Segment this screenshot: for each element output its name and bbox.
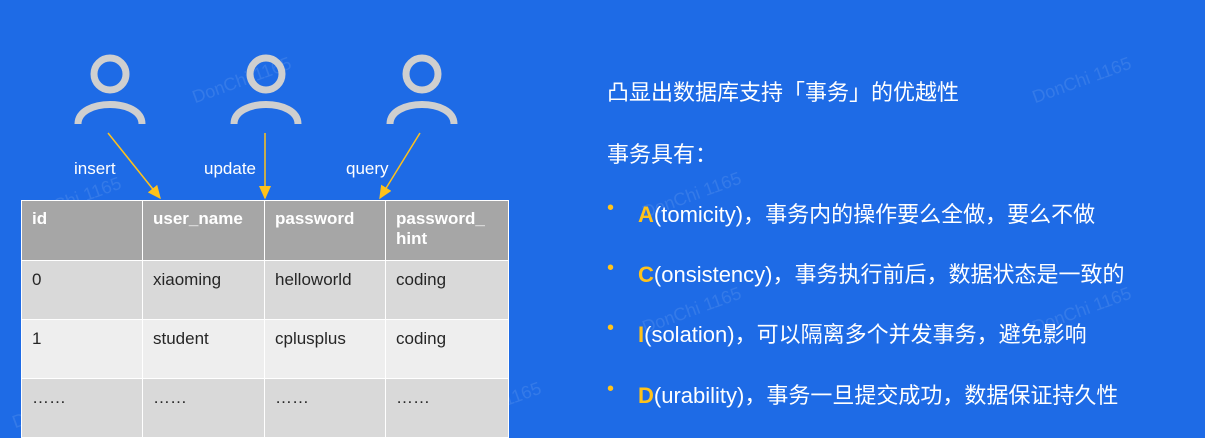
column-header-id: id xyxy=(21,200,143,261)
bullet-letter: C xyxy=(638,262,654,287)
table-cell: …… xyxy=(142,378,265,438)
bullet-icon: • xyxy=(607,378,615,400)
table-header-row: id user_name password password_ hint xyxy=(21,200,509,261)
table-cell: xiaoming xyxy=(142,260,265,320)
column-header-user-name: user_name xyxy=(142,200,265,261)
bullet-icon: • xyxy=(607,197,615,219)
insert-label: insert xyxy=(74,159,116,178)
table-row: 1 student cplusplus coding xyxy=(21,319,509,379)
table-cell: coding xyxy=(385,260,509,320)
user-icon xyxy=(384,52,460,128)
table-cell: cplusplus xyxy=(264,319,386,379)
table-row: 0 xiaoming helloworld coding xyxy=(21,260,509,320)
user-icon xyxy=(228,52,304,128)
bullet-letter: A xyxy=(638,202,654,227)
table-cell: helloworld xyxy=(264,260,386,320)
bullet-icon: • xyxy=(607,257,615,279)
subheading: 事务具有： xyxy=(607,142,718,167)
query-label: query xyxy=(346,159,389,178)
table-cell: 0 xyxy=(21,260,143,320)
bullet-letter: D xyxy=(638,383,654,408)
bullet-text: (urability)，事务一旦提交成功，数据保证持久性 xyxy=(653,383,1119,408)
table-cell: 1 xyxy=(21,319,143,379)
update-label: update xyxy=(204,159,256,178)
slide: DonChi 1165 DonChi 1165 DonChi 1165 DonC… xyxy=(0,0,1205,438)
heading: 凸显出数据库支持「事务」的优越性 xyxy=(607,80,960,105)
table-cell: …… xyxy=(21,378,143,438)
bullet-text: (solation)，可以隔离多个并发事务，避免影响 xyxy=(644,322,1087,347)
table-cell: …… xyxy=(264,378,386,438)
watermark: DonChi 1165 xyxy=(1029,52,1134,108)
bullet-icon: • xyxy=(607,317,615,339)
user-icon xyxy=(72,52,148,128)
bullet-text: (onsistency)，事务执行前后，数据状态是一致的 xyxy=(653,262,1125,287)
column-header-password: password xyxy=(264,200,386,261)
table-cell: coding xyxy=(385,319,509,379)
column-header-password-hint: password_ hint xyxy=(385,200,509,261)
table-cell: student xyxy=(142,319,265,379)
users-table: id user_name password password_ hint 0 x… xyxy=(21,200,509,438)
table-cell: …… xyxy=(385,378,509,438)
bullet-text: (tomicity)，事务内的操作要么全做，要么不做 xyxy=(653,202,1096,227)
table-row: …… …… …… …… xyxy=(21,378,509,438)
